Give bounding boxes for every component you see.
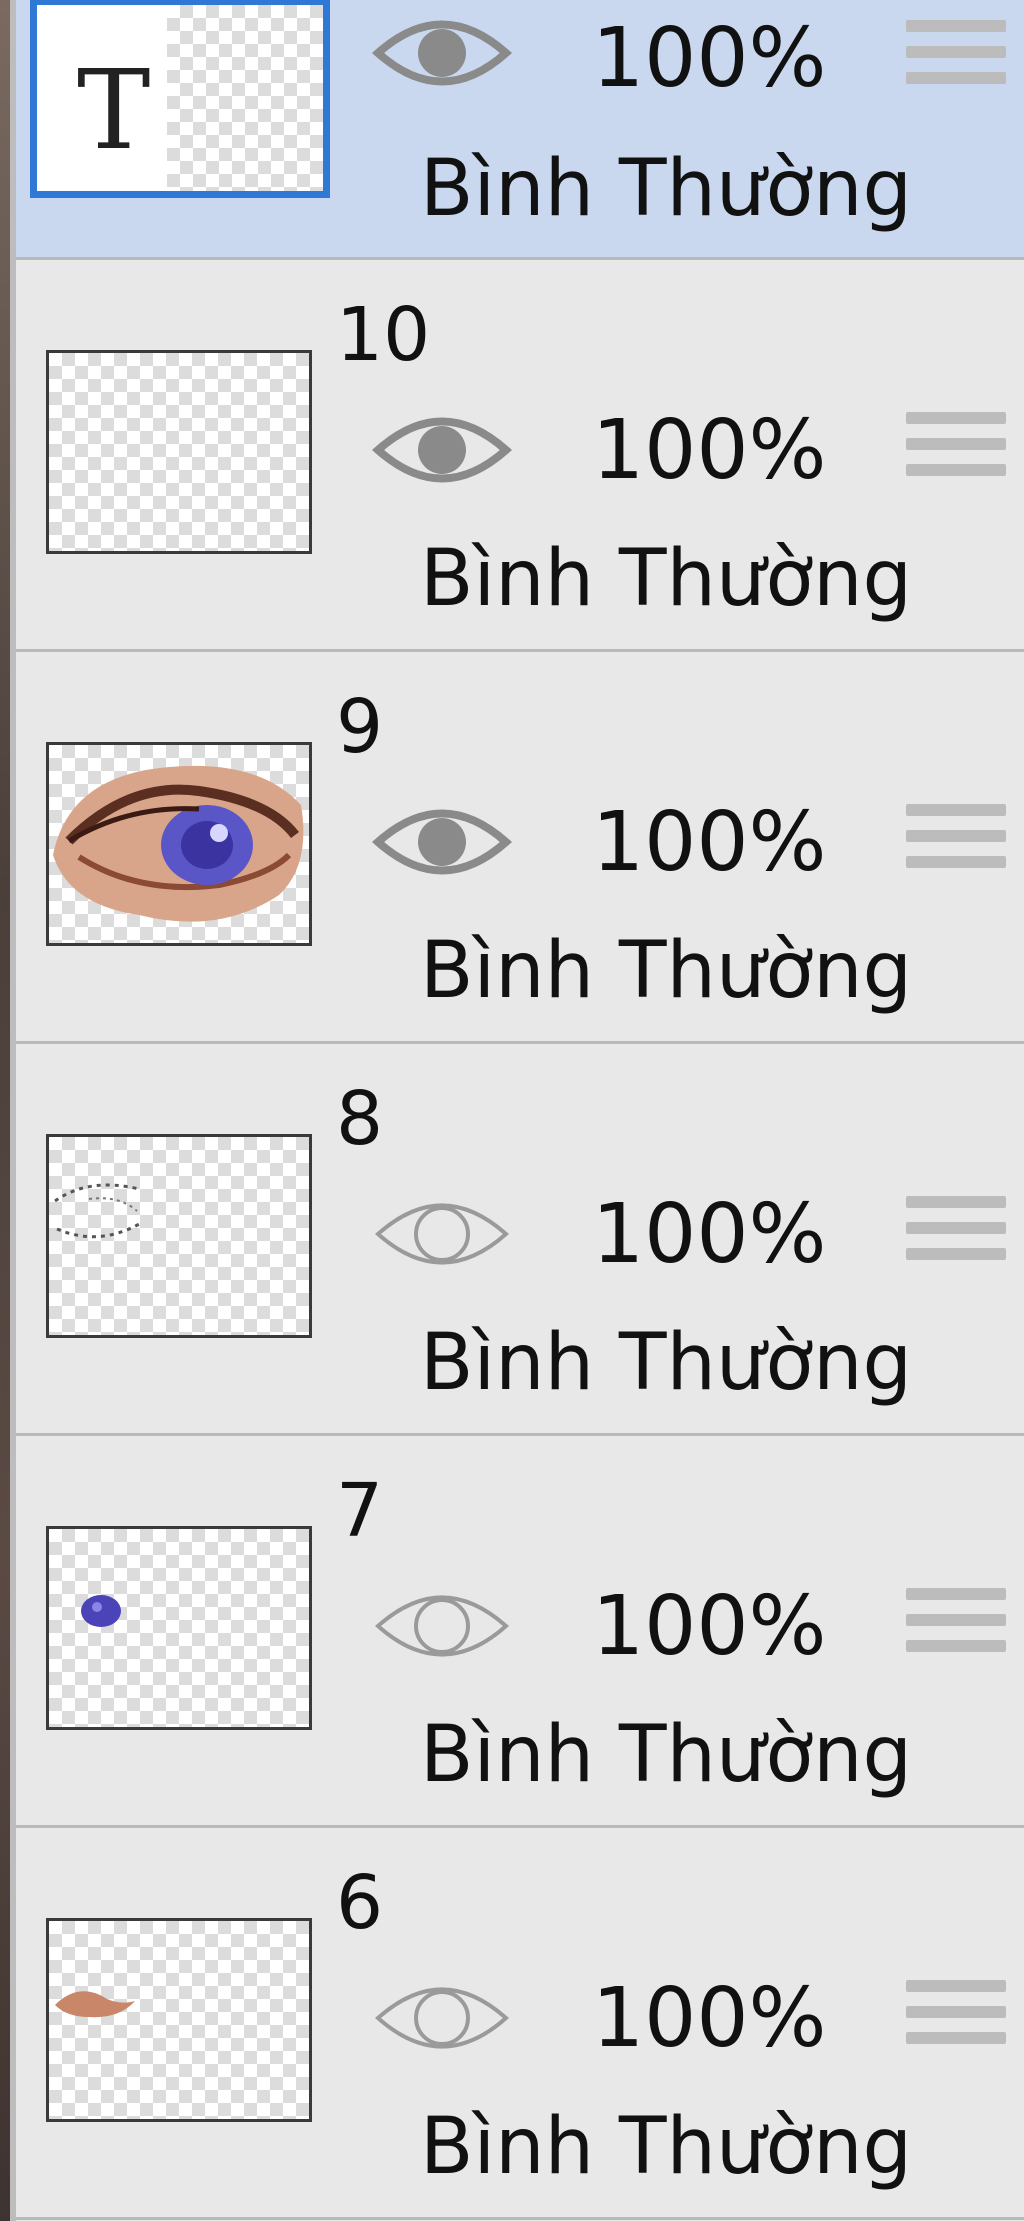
layer-blend-mode[interactable]: Bình Thường [420, 150, 912, 228]
layer-row-7[interactable]: 7 100% Bình Thường [16, 1436, 1024, 1828]
drag-handle-icon[interactable] [906, 1980, 1006, 2044]
eye-painting-thumbnail [53, 765, 304, 922]
layer-thumbnail[interactable] [46, 350, 312, 554]
eye-outline-sketch-thumbnail [54, 1183, 142, 1239]
layer-blend-mode[interactable]: Bình Thường [420, 1716, 912, 1794]
layer-thumbnail[interactable] [46, 742, 312, 946]
drag-handle-icon[interactable] [906, 1196, 1006, 1260]
purple-iris-thumbnail [81, 1595, 121, 1627]
layer-blend-mode[interactable]: Bình Thường [420, 2108, 912, 2186]
layer-name: 6 [336, 1860, 384, 1946]
layer-blend-mode[interactable]: Bình Thường [420, 932, 912, 1010]
layer-thumbnail[interactable] [46, 1134, 312, 1338]
layer-blend-mode[interactable]: Bình Thường [420, 1324, 912, 1402]
drag-handle-icon[interactable] [906, 804, 1006, 868]
text-layer-glyph: T [77, 46, 151, 174]
layer-opacity[interactable]: 100% [592, 18, 826, 100]
layer-row-8[interactable]: 8 100% Bình Thường [16, 1044, 1024, 1436]
visibility-eye-icon[interactable] [372, 797, 512, 887]
layer-row-text[interactable]: T 100% Bình Thường [16, 0, 1024, 260]
visibility-eye-hidden-icon[interactable] [372, 1189, 512, 1279]
layer-opacity[interactable]: 100% [592, 1586, 826, 1668]
layer-name: 8 [336, 1076, 384, 1162]
layer-opacity[interactable]: 100% [592, 1194, 826, 1276]
layer-name: 10 [336, 292, 431, 378]
canvas-edge [0, 0, 10, 2221]
skin-stroke-thumbnail [55, 1991, 135, 2018]
layers-panel: T 100% Bình Thường 10 100% Bình Thường 9… [0, 0, 1024, 2221]
visibility-eye-icon[interactable] [372, 8, 512, 98]
layer-row-6[interactable]: 6 100% Bình Thường [16, 1828, 1024, 2220]
layer-name: 7 [336, 1468, 384, 1554]
layer-thumbnail[interactable] [46, 1918, 312, 2122]
layer-thumbnail[interactable]: T [30, 0, 330, 198]
drag-handle-icon[interactable] [906, 412, 1006, 476]
visibility-eye-hidden-icon[interactable] [372, 1581, 512, 1671]
layer-opacity[interactable]: 100% [592, 1978, 826, 2060]
drag-handle-icon[interactable] [906, 20, 1006, 84]
layer-opacity[interactable]: 100% [592, 802, 826, 884]
layer-opacity[interactable]: 100% [592, 410, 826, 492]
visibility-eye-icon[interactable] [372, 405, 512, 495]
layer-row-10[interactable]: 10 100% Bình Thường [16, 260, 1024, 652]
layer-thumbnail[interactable] [46, 1526, 312, 1730]
drag-handle-icon[interactable] [906, 1588, 1006, 1652]
layer-name: 9 [336, 684, 384, 770]
layer-blend-mode[interactable]: Bình Thường [420, 540, 912, 618]
visibility-eye-hidden-icon[interactable] [372, 1973, 512, 2063]
layer-row-9[interactable]: 9 100% Bình Thường [16, 652, 1024, 1044]
